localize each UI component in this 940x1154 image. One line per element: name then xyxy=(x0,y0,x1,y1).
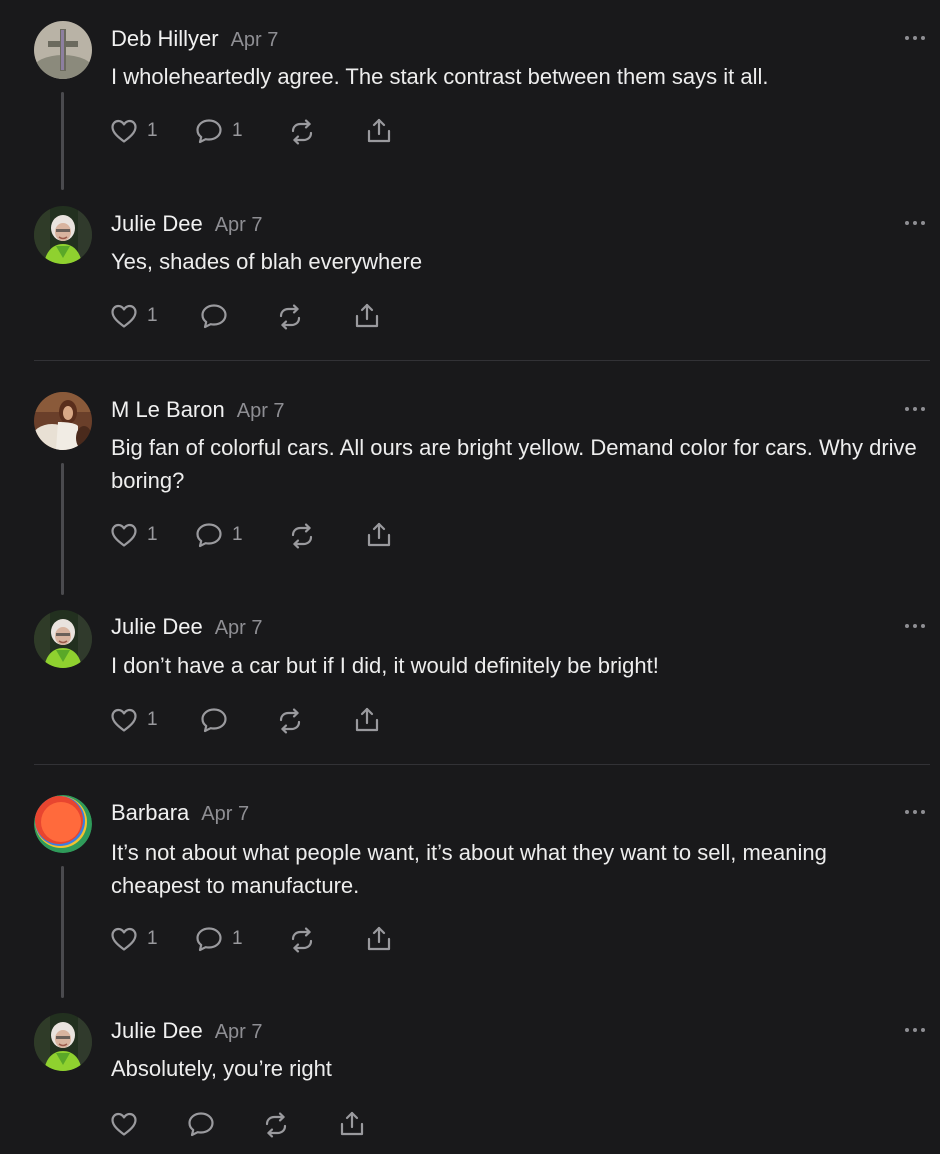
comment-text: I wholeheartedly agree. The stark contra… xyxy=(111,64,769,89)
heart-icon xyxy=(109,705,139,735)
heart-icon xyxy=(109,301,139,331)
share-button[interactable] xyxy=(364,924,394,954)
comment-header: Julie Dee Apr 7 xyxy=(111,211,263,237)
more-icon[interactable] xyxy=(904,219,926,227)
share-icon xyxy=(352,301,382,331)
restack-button[interactable] xyxy=(287,925,317,955)
restack-icon xyxy=(275,302,305,332)
share-icon xyxy=(364,520,394,550)
like-button[interactable]: 1 xyxy=(109,705,158,735)
restack-button[interactable] xyxy=(261,1110,291,1140)
comment-date[interactable]: Apr 7 xyxy=(231,29,279,51)
avatar[interactable] xyxy=(34,1013,92,1071)
heart-icon xyxy=(109,924,139,954)
share-button[interactable] xyxy=(364,116,394,146)
comment-text: It’s not about what people want, it’s ab… xyxy=(111,840,827,898)
share-button[interactable] xyxy=(337,1109,367,1139)
like-count: 1 xyxy=(147,305,158,326)
thread-line xyxy=(61,866,64,998)
like-count: 1 xyxy=(147,120,158,141)
restack-icon xyxy=(287,117,317,147)
restack-icon xyxy=(261,1110,291,1140)
comment-text: Yes, shades of blah everywhere xyxy=(111,249,423,274)
share-icon xyxy=(352,705,382,735)
more-icon[interactable] xyxy=(904,622,926,630)
comment-date[interactable]: Apr 7 xyxy=(201,803,249,825)
heart-icon xyxy=(109,1109,139,1139)
restack-icon xyxy=(287,521,317,551)
comment-text: Absolutely, you’re right xyxy=(111,1056,332,1081)
author-name[interactable]: Julie Dee xyxy=(111,1018,203,1043)
author-name[interactable]: Julie Dee xyxy=(111,211,203,236)
comment-header: Deb Hillyer Apr 7 xyxy=(111,26,278,52)
restack-button[interactable] xyxy=(275,302,305,332)
comment-date[interactable]: Apr 7 xyxy=(215,617,263,639)
author-name[interactable]: M Le Baron xyxy=(111,397,225,422)
heart-icon xyxy=(109,520,139,550)
comment-date[interactable]: Apr 7 xyxy=(237,400,285,422)
thread-line xyxy=(61,92,64,190)
comment-bubble-icon xyxy=(194,116,224,146)
more-icon[interactable] xyxy=(904,405,926,413)
thread-line xyxy=(61,463,64,595)
like-button[interactable]: 1 xyxy=(109,301,158,331)
share-icon xyxy=(364,116,394,146)
like-count: 1 xyxy=(147,524,158,545)
comment-text: I don’t have a car but if I did, it woul… xyxy=(111,653,659,678)
share-button[interactable] xyxy=(352,301,382,331)
comment-header: M Le Baron Apr 7 xyxy=(111,397,285,423)
author-name[interactable]: Deb Hillyer xyxy=(111,26,219,51)
comment-bubble-icon xyxy=(199,705,229,735)
thread-divider xyxy=(34,764,930,765)
reply-button[interactable] xyxy=(199,301,229,331)
restack-button[interactable] xyxy=(287,117,317,147)
avatar[interactable] xyxy=(34,206,92,264)
like-button[interactable]: 1 xyxy=(109,116,158,146)
comment-bubble-icon xyxy=(194,924,224,954)
like-count: 1 xyxy=(147,928,158,949)
comment-date[interactable]: Apr 7 xyxy=(215,1021,263,1043)
share-icon xyxy=(364,924,394,954)
reply-count: 1 xyxy=(232,120,243,141)
restack-button[interactable] xyxy=(275,706,305,736)
comment-bubble-icon xyxy=(199,301,229,331)
more-icon[interactable] xyxy=(904,34,926,42)
avatar[interactable] xyxy=(34,21,92,79)
more-icon[interactable] xyxy=(904,808,926,816)
reply-count: 1 xyxy=(232,524,243,545)
reply-button[interactable] xyxy=(186,1109,216,1139)
comment-date[interactable]: Apr 7 xyxy=(215,214,263,236)
share-icon xyxy=(337,1109,367,1139)
comment-bubble-icon xyxy=(186,1109,216,1139)
like-count: 1 xyxy=(147,709,158,730)
heart-icon xyxy=(109,116,139,146)
restack-icon xyxy=(275,706,305,736)
like-button[interactable]: 1 xyxy=(109,520,158,550)
avatar[interactable] xyxy=(34,795,92,853)
reply-button[interactable] xyxy=(199,705,229,735)
restack-icon xyxy=(287,925,317,955)
restack-button[interactable] xyxy=(287,521,317,551)
comment-thread: Deb Hillyer Apr 7 I wholeheartedly agree.… xyxy=(0,0,940,1154)
more-icon[interactable] xyxy=(904,1026,926,1034)
reply-button[interactable]: 1 xyxy=(194,924,243,954)
comment-text: Big fan of colorful cars. All ours are b… xyxy=(111,435,917,493)
author-name[interactable]: Barbara xyxy=(111,800,189,825)
comment-header: Barbara Apr 7 xyxy=(111,800,249,826)
like-button[interactable]: 1 xyxy=(109,924,158,954)
reply-button[interactable]: 1 xyxy=(194,520,243,550)
author-name[interactable]: Julie Dee xyxy=(111,614,203,639)
thread-divider xyxy=(34,360,930,361)
comment-header: Julie Dee Apr 7 xyxy=(111,1018,263,1044)
reply-button[interactable]: 1 xyxy=(194,116,243,146)
share-button[interactable] xyxy=(352,705,382,735)
share-button[interactable] xyxy=(364,520,394,550)
avatar[interactable] xyxy=(34,610,92,668)
avatar[interactable] xyxy=(34,392,92,450)
comment-bubble-icon xyxy=(194,520,224,550)
reply-count: 1 xyxy=(232,928,243,949)
like-button[interactable] xyxy=(109,1109,139,1139)
comment-header: Julie Dee Apr 7 xyxy=(111,614,263,640)
